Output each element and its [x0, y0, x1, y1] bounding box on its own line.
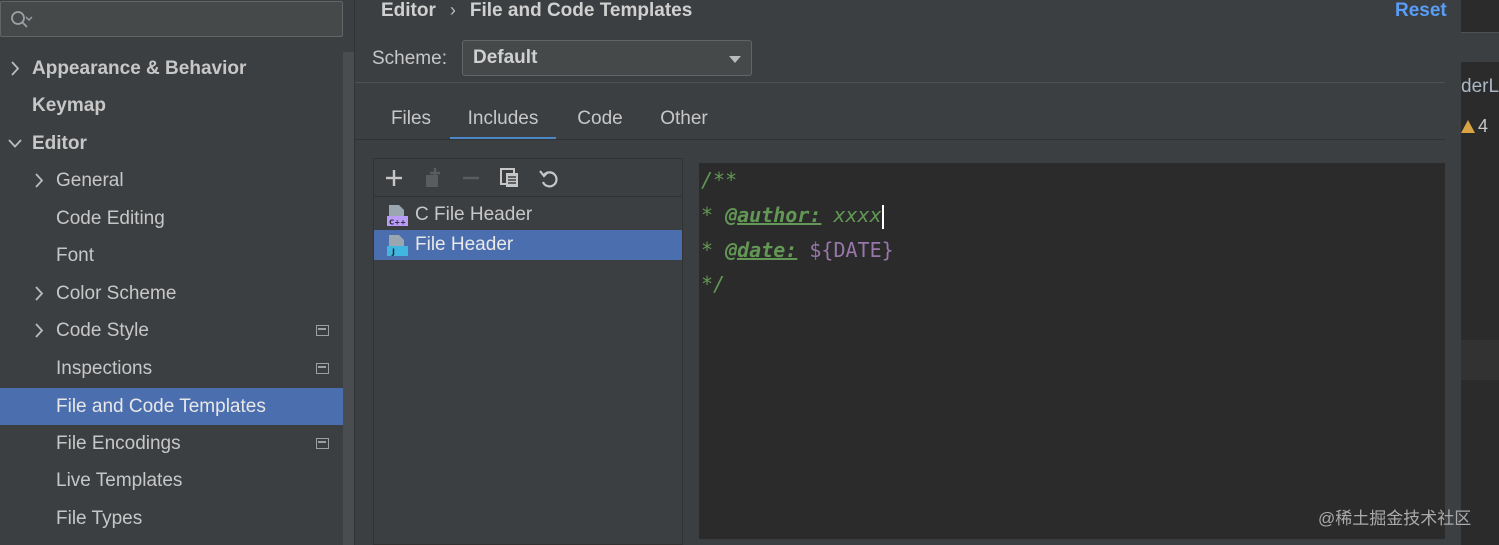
code-line: /**	[701, 168, 738, 192]
code-text: *	[701, 203, 726, 227]
scheme-dropdown[interactable]: Default	[462, 40, 752, 76]
sidebar-item-file-encodings[interactable]: File Encodings	[0, 425, 354, 462]
copy-icon[interactable]	[498, 166, 522, 190]
tab-code[interactable]: Code	[556, 100, 644, 140]
sidebar-item-label: Color Scheme	[56, 283, 177, 304]
breadcrumb-item: File and Code Templates	[469, 0, 693, 21]
sidebar-item-color-scheme[interactable]: Color Scheme	[0, 275, 354, 312]
template-list-panel: C++ C File Header J File Header	[373, 158, 683, 545]
dropdown-arrow-icon	[729, 56, 741, 63]
sidebar-item-label: File Encodings	[56, 433, 181, 454]
svg-text:C++: C++	[389, 219, 406, 227]
sidebar-item-live-templates[interactable]: Live Templates	[0, 462, 354, 499]
sidebar-item-label: Inspections	[56, 358, 153, 379]
project-settings-icon	[316, 325, 329, 336]
sidebar-item-label: Font	[56, 245, 95, 266]
project-settings-icon	[316, 438, 329, 449]
background-tab-bar	[1461, 32, 1499, 62]
text-caret	[881, 204, 884, 229]
code-text: *	[701, 238, 726, 262]
settings-sidebar: Appearance & Behavior Keymap Editor Gene…	[0, 0, 355, 545]
breadcrumb: Editor › File and Code Templates	[381, 0, 692, 26]
sidebar-item-code-editing[interactable]: Code Editing	[0, 200, 354, 237]
scheme-label: Scheme:	[372, 48, 447, 69]
add-child-icon[interactable]	[421, 166, 445, 190]
chevron-right-icon[interactable]	[32, 312, 46, 349]
divider	[355, 139, 1445, 140]
javadoc-tag: @author:	[725, 203, 822, 227]
watermark: @稀土掘金技术社区	[1318, 509, 1472, 528]
sidebar-item-label: Appearance & Behavior	[32, 58, 247, 79]
tab-files[interactable]: Files	[372, 100, 450, 140]
sidebar-item-label: Code Editing	[56, 208, 165, 229]
background-editor-tab-label: derLi	[1461, 76, 1499, 97]
breadcrumb-item[interactable]: Editor	[381, 0, 436, 22]
cpp-file-icon: C++	[387, 205, 408, 227]
sidebar-item-label: Editor	[32, 133, 87, 154]
tab-other[interactable]: Other	[644, 100, 724, 140]
sidebar-item-inspections[interactable]: Inspections	[0, 350, 354, 387]
javadoc-tag: @date:	[725, 238, 798, 262]
chevron-right-icon[interactable]	[32, 162, 46, 199]
svg-text:J: J	[391, 248, 395, 257]
tab-includes[interactable]: Includes	[450, 100, 556, 140]
template-variable: ${DATE}	[809, 238, 894, 262]
warning-indicator: 4	[1461, 116, 1488, 137]
sidebar-item-file-and-code-templates[interactable]: File and Code Templates	[0, 388, 354, 425]
list-item[interactable]: J File Header	[374, 230, 682, 260]
background-editor: derLi 4	[1461, 0, 1499, 545]
list-item-label: C File Header	[415, 204, 533, 225]
sidebar-item-label: Live Templates	[56, 470, 183, 491]
sidebar-item-label: General	[56, 170, 124, 191]
list-item[interactable]: C++ C File Header	[374, 200, 682, 230]
sidebar-item-editor[interactable]: Editor	[0, 125, 354, 162]
divider	[355, 82, 1445, 83]
sidebar-item-font[interactable]: Font	[0, 237, 354, 274]
sidebar-item-keymap[interactable]: Keymap	[0, 87, 354, 124]
sidebar-item-label: Keymap	[32, 95, 106, 116]
search-icon	[11, 11, 33, 28]
sidebar-item-file-types[interactable]: File Types	[0, 500, 354, 537]
chevron-right-icon[interactable]	[32, 275, 46, 312]
template-code-editor[interactable]: /** * @author: xxxx * @date: ${DATE} */	[699, 163, 1445, 539]
sidebar-item-general[interactable]: General	[0, 162, 354, 199]
add-icon[interactable]	[382, 166, 406, 190]
reset-link[interactable]: Reset	[1395, 0, 1447, 22]
sidebar-scrollbar[interactable]	[343, 52, 354, 545]
scheme-value: Default	[473, 47, 538, 68]
code-line: * @date: ${DATE}	[701, 235, 894, 265]
sidebar-item-label: File Types	[56, 508, 143, 529]
chevron-down-icon[interactable]	[8, 125, 22, 162]
code-text: xxxx	[821, 203, 882, 227]
list-item-label: File Header	[415, 234, 514, 255]
sidebar-item-label: Code Style	[56, 320, 149, 341]
sidebar-item-appearance-behavior[interactable]: Appearance & Behavior	[0, 50, 354, 87]
sidebar-item-label: File and Code Templates	[56, 396, 266, 417]
background-line-highlight	[1461, 340, 1499, 380]
search-input[interactable]	[0, 1, 343, 37]
warning-count: 4	[1478, 116, 1489, 136]
java-file-icon: J	[387, 235, 408, 257]
sidebar-item-code-style[interactable]: Code Style	[0, 312, 354, 349]
remove-icon[interactable]	[459, 166, 483, 190]
project-settings-icon	[316, 363, 329, 374]
settings-main-panel: Editor › File and Code Templates Reset Sch…	[355, 0, 1461, 545]
warning-icon	[1461, 120, 1475, 133]
code-line: * @author: xxxx	[701, 200, 884, 230]
code-line: */	[701, 272, 726, 296]
breadcrumb-separator-icon: ›	[449, 0, 456, 20]
reset-icon[interactable]	[537, 166, 561, 190]
chevron-right-icon[interactable]	[8, 50, 22, 87]
template-toolbar	[374, 159, 682, 197]
